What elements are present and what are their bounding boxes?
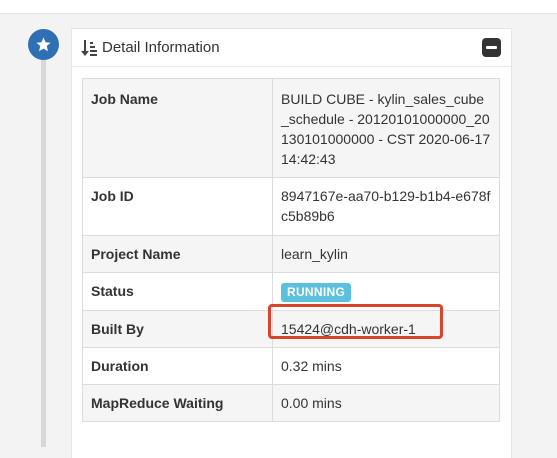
panel-header: Detail Information [72,29,511,67]
panel-title: Detail Information [102,39,220,56]
mapreduce-waiting-label: MapReduce Waiting [82,384,273,422]
collapse-button[interactable] [482,38,501,57]
mapreduce-waiting-value: 0.00 mins [272,384,500,422]
star-icon [36,37,51,52]
table-row: Status RUNNING [82,272,500,311]
job-id-value: 8947167e-aa70-b129-b1b4-e678fc5b89b6 [272,177,500,236]
details-table: Job Name BUILD CUBE - kylin_sales_cube_s… [82,78,500,422]
job-name-label: Job Name [82,78,273,178]
status-label: Status [82,272,273,311]
sort-amount-down-icon [81,40,97,56]
table-row: MapReduce Waiting 0.00 mins [82,384,500,422]
duration-value: 0.32 mins [272,347,500,385]
timeline-line [41,44,46,447]
duration-label: Duration [82,347,273,385]
table-row: Job ID 8947167e-aa70-b129-b1b4-e678fc5b8… [82,177,500,236]
project-name-label: Project Name [82,235,273,273]
project-name-value: learn_kylin [272,235,500,273]
detail-information-panel: Detail Information Job Name BUILD CUBE -… [71,28,512,458]
table-row: Duration 0.32 mins [82,347,500,385]
table-row: Built By 15424@cdh-worker-1 [82,310,500,348]
minus-square-icon [486,46,497,49]
timeline-badge [28,29,59,60]
status-value-cell: RUNNING [272,272,500,311]
built-by-value: 15424@cdh-worker-1 [272,310,500,348]
built-by-label: Built By [82,310,273,348]
table-row: Project Name learn_kylin [82,235,500,273]
table-row: Job Name BUILD CUBE - kylin_sales_cube_s… [82,78,500,178]
job-name-value: BUILD CUBE - kylin_sales_cube_schedule -… [272,78,500,178]
top-strip [0,0,557,14]
status-badge: RUNNING [281,283,352,302]
job-id-label: Job ID [82,177,273,236]
